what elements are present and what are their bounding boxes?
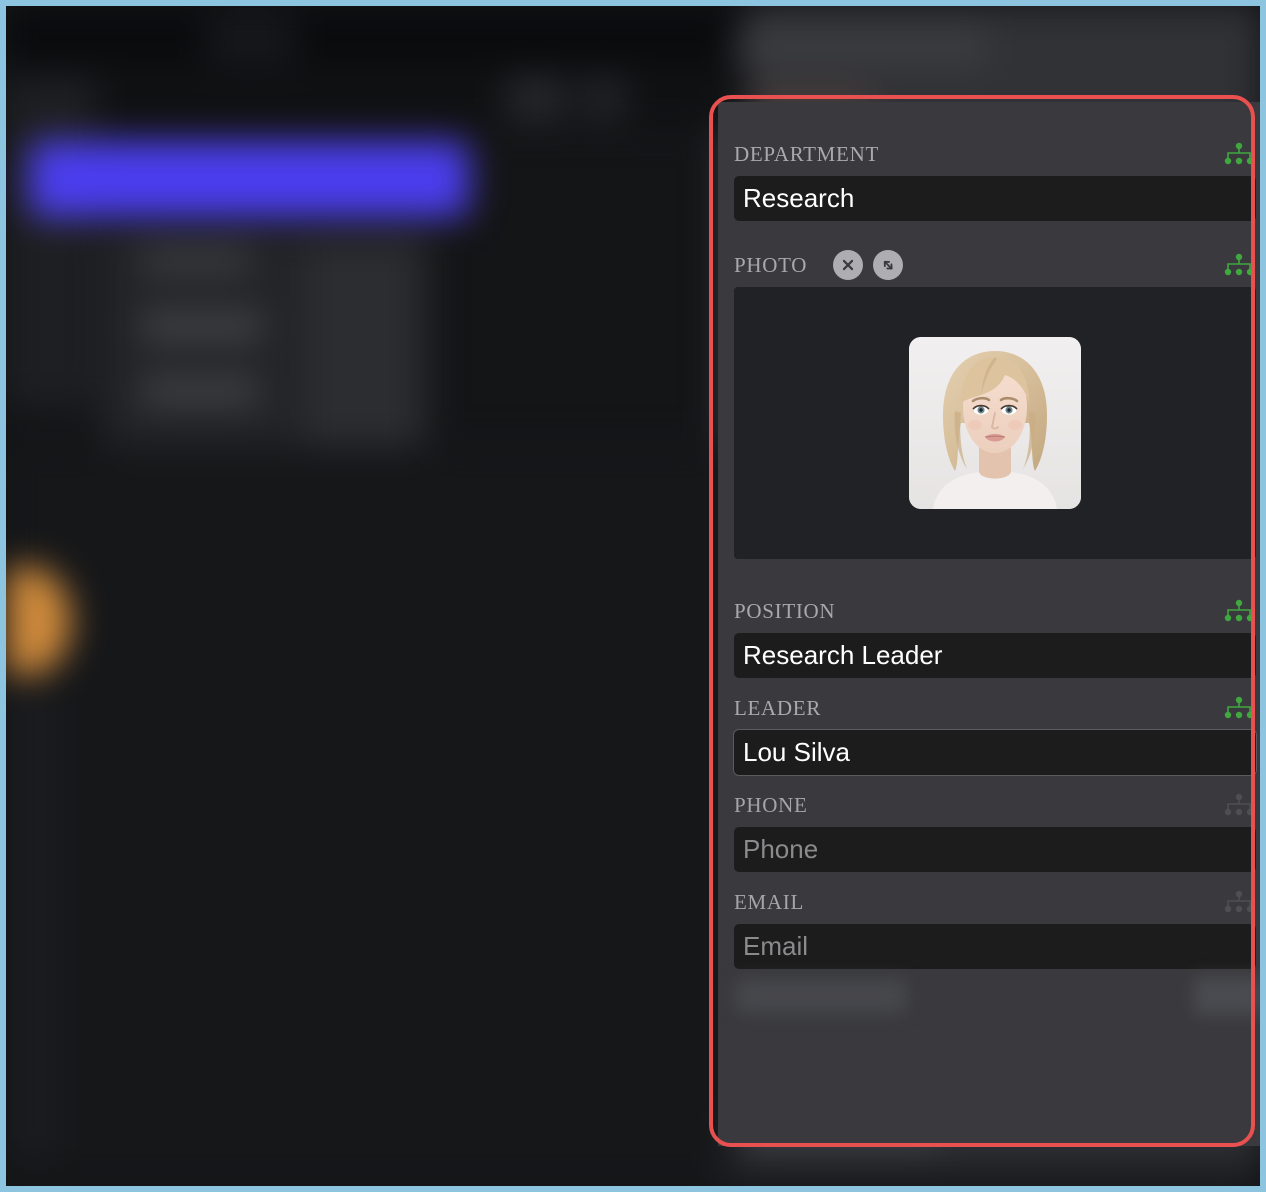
backdrop-selected-row <box>34 146 464 212</box>
backdrop-tree-row-3 <box>141 376 259 406</box>
field-phone: PHONE <box>718 783 1260 872</box>
hierarchy-icon[interactable] <box>1224 695 1254 721</box>
hierarchy-icon[interactable] <box>1224 252 1254 278</box>
field-phone-header: PHONE <box>734 783 1256 827</box>
hierarchy-icon[interactable] <box>1224 141 1254 167</box>
panel-footer-chip <box>736 979 906 1013</box>
avatar[interactable] <box>909 337 1081 509</box>
field-label-email: EMAIL <box>734 889 804 914</box>
field-leader-header: LEADER <box>734 686 1256 730</box>
backdrop-toolbar <box>6 66 746 126</box>
field-leader: LEADER <box>718 686 1260 775</box>
backdrop-panel-footer-bar <box>718 1156 1260 1186</box>
phone-input[interactable] <box>734 827 1256 872</box>
field-department-header: DEPARTMENT <box>734 132 1256 176</box>
close-icon[interactable] <box>833 250 864 280</box>
photo-actions <box>833 250 904 280</box>
position-input[interactable] <box>734 633 1256 678</box>
field-position: POSITION <box>718 589 1260 678</box>
panel-footer-chip-2 <box>1194 977 1260 1015</box>
app-window: DEPARTMENT Research PHOTO POSITION Resea… <box>0 0 1266 1192</box>
backdrop-left-rail <box>6 696 56 1156</box>
photo-preview-frame[interactable] <box>734 287 1256 559</box>
field-email: EMAIL <box>718 880 1260 969</box>
backdrop-title-chip <box>206 16 296 61</box>
panel-footer-obscured <box>718 969 1260 1029</box>
field-position-header: POSITION <box>734 589 1256 633</box>
backdrop-body <box>6 446 746 1186</box>
field-photo: PHOTO <box>718 243 1260 559</box>
department-input[interactable] <box>734 176 1256 221</box>
field-photo-header: PHOTO <box>734 243 1256 287</box>
field-department: DEPARTMENT <box>718 132 1260 221</box>
backdrop-tree-row-2 <box>141 311 263 341</box>
field-label-phone: PHONE <box>734 792 808 817</box>
email-input[interactable] <box>734 924 1256 969</box>
field-label-department: DEPARTMENT <box>734 141 879 166</box>
hierarchy-icon[interactable] <box>1224 598 1254 624</box>
field-label-position: POSITION <box>734 598 836 623</box>
hierarchy-icon[interactable] <box>1224 792 1254 818</box>
expand-diagonal-icon[interactable] <box>873 250 904 280</box>
backdrop-tree-row-1 <box>141 246 251 274</box>
field-label-leader: LEADER <box>734 695 822 720</box>
backdrop-toolbar-chip-1 <box>506 76 566 121</box>
backdrop-toolbar-chip-2 <box>581 76 626 121</box>
hierarchy-icon[interactable] <box>1224 889 1254 915</box>
field-label-photo: PHOTO <box>734 252 808 277</box>
field-email-header: EMAIL <box>734 880 1256 924</box>
backdrop-panel-header <box>736 26 986 66</box>
leader-input[interactable] <box>734 730 1256 775</box>
detail-inspector-panel: DEPARTMENT Research PHOTO POSITION Resea… <box>718 102 1260 1146</box>
backdrop-tree-column <box>306 246 416 446</box>
backdrop-sidebar <box>6 76 96 406</box>
